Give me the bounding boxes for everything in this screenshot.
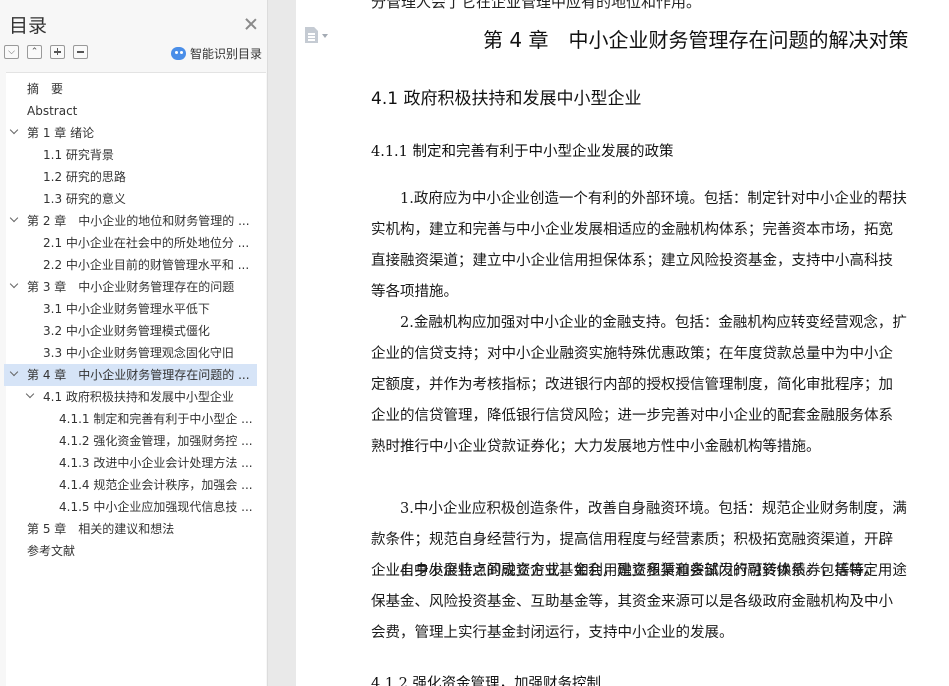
toc-item[interactable]: 4.1.3 改进中小企业会计处理方法 ... xyxy=(6,452,258,474)
toc-item-label: 第 1 章 绪论 xyxy=(27,126,95,140)
document-icon xyxy=(305,27,318,43)
expand-all-button[interactable]: ⌵ xyxy=(4,45,19,59)
toc-item-label: 2.2 中小企业目前的财管管理水平和 ... xyxy=(43,258,250,272)
chevron-down-icon[interactable] xyxy=(24,390,36,402)
toc-item[interactable]: 1.2 研究的思路 xyxy=(6,166,258,188)
toc-item-label: 2.1 中小企业在社会中的所处地位分 ... xyxy=(43,236,250,250)
chevron-down-icon[interactable] xyxy=(8,280,20,292)
smart-recognize-toc-button[interactable]: 智能识别目录 xyxy=(171,45,262,62)
toc-item[interactable]: 参考文献 xyxy=(6,540,258,562)
sidebar-title: 目录 xyxy=(9,15,48,37)
remove-heading-button[interactable] xyxy=(73,45,88,59)
page-menu-button[interactable] xyxy=(305,27,331,45)
close-icon[interactable] xyxy=(244,17,258,31)
toc-item[interactable]: 4.1.1 制定和完善有利于中小型企 ... xyxy=(6,408,258,430)
smart-recognize-label: 智能识别目录 xyxy=(190,47,263,61)
caret-down-icon xyxy=(322,34,328,38)
toc-item[interactable]: 4.1.2 强化资金管理，加强财务控 ... xyxy=(6,430,258,452)
toc-list: 摘 要 Abstract 第 1 章 绪论 1.1 研究背景 1.2 研究的思路 1.3 … xyxy=(4,72,266,686)
toc-item[interactable]: 4.1.5 中小企业应加强现代信息技 ... xyxy=(6,496,258,518)
toc-item-label: 4.1.1 制定和完善有利于中小型企 ... xyxy=(59,412,253,426)
toc-item[interactable]: 第 1 章 绪论 xyxy=(6,122,258,144)
toc-item[interactable]: Abstract xyxy=(6,100,258,122)
toc-item[interactable]: 4.1.4 规范企业会计秩序，加强会 ... xyxy=(6,474,258,496)
toc-item[interactable]: 第 4 章 中小企业财务管理存在问题的 ... xyxy=(4,364,257,386)
toc-item-label: 第 2 章 中小企业的地位和财务管理的 ... xyxy=(27,214,250,228)
toc-item-label: 4.1.5 中小企业应加强现代信息技 ... xyxy=(59,500,253,514)
toc-item[interactable]: 第 5 章 相关的建议和想法 xyxy=(6,518,258,540)
toc-item[interactable]: 4.1 政府积极扶持和发展中小型企业 xyxy=(6,386,258,408)
toc-item-label: 参考文献 xyxy=(27,544,76,558)
toc-item-label: 第 3 章 中小企业财务管理存在的问题 xyxy=(27,280,235,294)
collapse-all-button[interactable]: ⌃ xyxy=(27,45,42,59)
toc-item[interactable]: 摘 要 xyxy=(6,78,258,100)
toc-item[interactable]: 3.2 中小企业财务管理模式僵化 xyxy=(6,320,258,342)
toc-toolbar: ⌵ ⌃ xyxy=(4,45,88,61)
toc-item-label: 第 5 章 相关的建议和想法 xyxy=(27,522,175,536)
minus-icon xyxy=(77,51,84,53)
toc-item-label: 第 4 章 中小企业财务管理存在问题的 ... xyxy=(27,368,250,382)
chevron-down-icon[interactable] xyxy=(8,214,20,226)
toc-item[interactable]: 第 3 章 中小企业财务管理存在的问题 xyxy=(6,276,258,298)
chevron-down-icon: ⌵ xyxy=(8,47,15,57)
document-canvas xyxy=(268,0,949,686)
toc-item[interactable]: 2.1 中小企业在社会中的所处地位分 ... xyxy=(6,232,258,254)
toc-item[interactable]: 1.1 研究背景 xyxy=(6,144,258,166)
toc-item-label: 1.1 研究背景 xyxy=(43,148,114,162)
toc-item-label: 3.3 中小企业财务管理观念固化守旧 xyxy=(43,346,234,360)
toc-item-label: 4.1.2 强化资金管理，加强财务控 ... xyxy=(59,434,253,448)
toc-item[interactable]: 第 2 章 中小企业的地位和财务管理的 ... xyxy=(6,210,258,232)
toc-item-label: 4.1.3 改进中小企业会计处理方法 ... xyxy=(59,456,253,470)
toc-item-label: Abstract xyxy=(27,104,78,118)
toc-item[interactable]: 1.3 研究的意义 xyxy=(6,188,258,210)
document-app: 目录 ⌵ ⌃ 智能识别目录 摘 要 Abstract 第 1 章 绪论 1.1 研究背… xyxy=(0,0,949,686)
toc-item-label: 3.1 中小企业财务管理水平低下 xyxy=(43,302,210,316)
toc-item-label: 摘 要 xyxy=(27,82,64,96)
add-heading-button[interactable] xyxy=(50,45,65,59)
toc-item-label: 1.2 研究的思路 xyxy=(43,170,126,184)
chevron-down-icon[interactable] xyxy=(8,368,20,380)
toc-item[interactable]: 3.3 中小企业财务管理观念固化守旧 xyxy=(6,342,258,364)
toc-item-label: 4.1.4 规范企业会计秩序，加强会 ... xyxy=(59,478,253,492)
toc-item[interactable]: 2.2 中小企业目前的财管管理水平和 ... xyxy=(6,254,258,276)
toc-item-label: 4.1 政府积极扶持和发展中小型企业 xyxy=(43,390,234,404)
chevron-up-icon: ⌃ xyxy=(30,47,39,57)
toc-item[interactable]: 3.1 中小企业财务管理水平低下 xyxy=(6,298,258,320)
toc-item-label: 3.2 中小企业财务管理模式僵化 xyxy=(43,324,210,338)
toc-sidebar: 目录 ⌵ ⌃ 智能识别目录 摘 要 Abstract 第 1 章 绪论 1.1 研究背… xyxy=(0,0,268,686)
toc-item-label: 1.3 研究的意义 xyxy=(43,192,126,206)
chevron-down-icon[interactable] xyxy=(8,126,20,138)
robot-icon xyxy=(171,47,186,60)
